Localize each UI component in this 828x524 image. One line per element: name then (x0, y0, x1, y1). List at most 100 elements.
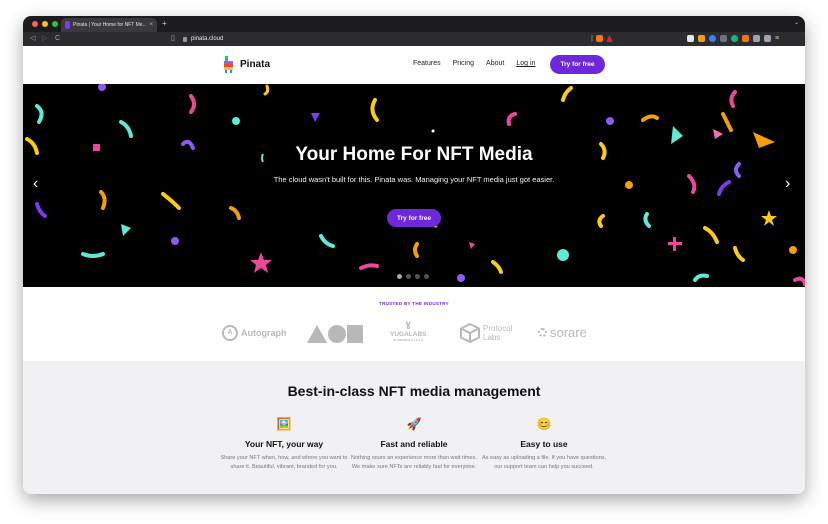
trusted-section: TRUSTED BY THE INDUSTRY A Autograph ɣ YU… (23, 287, 805, 361)
site-header: Pinata Features Pricing About Log in Try… (23, 46, 805, 84)
confetti-piece (693, 273, 709, 282)
confetti-piece (263, 84, 270, 96)
confetti-piece (469, 242, 475, 249)
desktop-background: Pinata | Your Home for NFT Me... × + ⌄ ◁… (0, 0, 828, 524)
extension-icon-5[interactable] (731, 35, 738, 42)
carousel-dot[interactable] (397, 274, 402, 279)
nav-about[interactable]: About (486, 60, 504, 67)
brave-shields-icon[interactable] (596, 35, 603, 42)
confetti-piece (625, 181, 633, 189)
autograph-mark-icon: A (222, 325, 238, 341)
minimize-window-button[interactable] (42, 21, 48, 27)
carousel-dot[interactable] (415, 274, 420, 279)
hero-try-free-button[interactable]: Try for free (387, 209, 441, 227)
confetti-piece (789, 246, 797, 254)
carousel-dot[interactable] (406, 274, 411, 279)
confetti-piece (171, 237, 179, 245)
main-nav: Features Pricing About Log in (413, 60, 535, 67)
feature-text: Nothing sours an experience more than wa… (351, 455, 477, 470)
protocol-text: Protocol (483, 324, 513, 333)
brand-name: Pinata (240, 58, 271, 70)
confetti-piece (643, 212, 651, 228)
framed-picture-icon: 🖼️ (276, 417, 292, 431)
yuga-logo-subtext: IN UNISON W/ ★★★ ★★ (393, 339, 423, 342)
confetti-piece (641, 114, 659, 122)
address-bar[interactable]: pinata.cloud (163, 33, 633, 45)
confetti-piece (99, 190, 107, 210)
carousel-dot[interactable] (424, 274, 429, 279)
yuga-labs-logo: ɣ YUGALABS IN UNISON W/ ★★★ ★★ (390, 319, 427, 343)
nav-login[interactable]: Log in (516, 60, 535, 67)
carousel-prev-button[interactable]: ‹ (33, 176, 38, 192)
forward-button[interactable]: ▷ (42, 34, 47, 44)
confetti-piece (713, 129, 723, 139)
puzzle-extensions-icon[interactable] (753, 35, 760, 42)
confetti-piece (729, 90, 737, 108)
nav-pricing[interactable]: Pricing (453, 60, 474, 67)
confetti-piece (721, 112, 733, 132)
confetti-piece (319, 234, 335, 248)
pinata-logo-icon (222, 55, 236, 73)
extension-icon-4[interactable] (720, 35, 727, 42)
close-window-button[interactable] (32, 21, 38, 27)
confetti-piece (761, 210, 777, 226)
autograph-logo-text: Autograph (241, 328, 287, 338)
feature-title: Easy to use (520, 439, 568, 449)
tab-search-chevron-icon[interactable]: ⌄ (794, 19, 799, 26)
feature-card: 🚀 Fast and reliable Nothing sours an exp… (350, 417, 478, 471)
autograph-logo: A Autograph (222, 325, 287, 341)
confetti-piece (557, 249, 569, 261)
confetti-piece (250, 252, 272, 273)
feature-title: Fast and reliable (380, 439, 448, 449)
extension-icon-1[interactable] (687, 35, 694, 42)
protocol-labs-text: Protocol Labs (483, 324, 512, 342)
feature-card: 🖼️ Your NFT, your way Share your NFT whe… (220, 417, 348, 471)
confetti-piece (119, 120, 133, 138)
confetti-piece (98, 84, 106, 91)
confetti-piece (673, 237, 676, 251)
confetti-piece (431, 129, 435, 133)
zoom-window-button[interactable] (52, 21, 58, 27)
divider (591, 35, 593, 42)
url-text[interactable]: pinata.cloud (191, 36, 223, 42)
confetti-piece (189, 94, 196, 114)
back-button[interactable]: ◁ (30, 34, 35, 44)
browser-window: Pinata | Your Home for NFT Me... × + ⌄ ◁… (23, 16, 805, 494)
confetti-piece (687, 174, 697, 194)
confetti-piece (597, 214, 605, 228)
menu-icon[interactable]: ≡ (775, 35, 782, 42)
browser-toolbar: ◁ ▷ C ▯ pinata.cloud ≡ (23, 32, 805, 46)
new-tab-button[interactable]: + (162, 19, 167, 29)
browser-tab[interactable]: Pinata | Your Home for NFT Me... × (61, 18, 157, 32)
feature-title: Your NFT, your way (244, 439, 324, 449)
browser-tab-bar: Pinata | Your Home for NFT Me... × + ⌄ (23, 16, 805, 32)
confetti-piece (161, 192, 181, 210)
hero-subtitle: The cloud wasn't built for this. Pinata … (273, 175, 555, 184)
confetti-piece (457, 274, 465, 282)
hero-title: Your Home For NFT Media (295, 144, 533, 165)
brand-logo-link[interactable]: Pinata (222, 55, 270, 73)
confetti-piece (671, 126, 683, 144)
header-try-free-button[interactable]: Try for free (550, 55, 605, 74)
window-controls (32, 21, 58, 27)
address-bar-actions (591, 35, 613, 42)
confetti-piece (491, 260, 503, 274)
features-section: Best-in-class NFT media management 🖼️ Yo… (23, 361, 805, 494)
reload-button[interactable]: C (55, 34, 60, 44)
confetti-piece (229, 206, 241, 220)
confetti-piece (35, 202, 47, 218)
sorare-mark-icon (538, 328, 547, 337)
tab-close-icon[interactable]: × (149, 22, 153, 28)
nav-features[interactable]: Features (413, 60, 441, 67)
yuga-mark-icon: ɣ (405, 319, 412, 330)
carousel-next-button[interactable]: › (785, 176, 790, 192)
smiling-face-icon: 😊 (536, 417, 552, 431)
rewards-icon[interactable] (606, 35, 613, 42)
yuga-logo-text: YUGALABS (390, 331, 427, 338)
extension-icon-6[interactable] (742, 35, 749, 42)
sidebar-icon[interactable] (764, 35, 771, 42)
labs-text: Labs (483, 333, 501, 342)
metamask-icon[interactable] (698, 35, 705, 42)
extension-icon-3[interactable] (709, 35, 716, 42)
confetti-piece (413, 242, 419, 258)
